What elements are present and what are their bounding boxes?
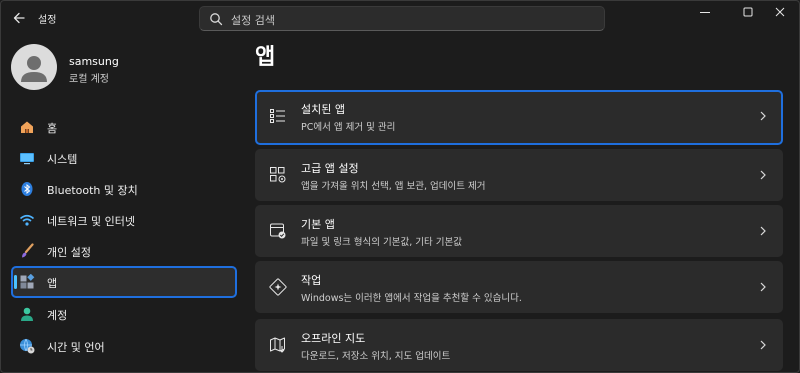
sidebar-item-time-language[interactable]: 시간 및 언어 bbox=[11, 330, 237, 362]
default-apps-icon bbox=[270, 223, 286, 239]
card-subtitle: 파일 및 링크 형식의 기본값, 기타 기본값 bbox=[301, 237, 462, 248]
actions-icon bbox=[269, 278, 287, 296]
chevron-right-icon bbox=[760, 170, 766, 180]
card-subtitle: Windows는 이러한 앱에서 작업을 추천할 수 있습니다. bbox=[301, 293, 522, 304]
card-title: 기본 앱 bbox=[301, 218, 335, 231]
card-title: 설치된 앱 bbox=[301, 103, 345, 116]
chevron-right-icon bbox=[760, 226, 766, 236]
bluetooth-icon bbox=[21, 182, 33, 196]
card-subtitle: PC에서 앱 제거 및 관리 bbox=[301, 122, 396, 133]
system-icon bbox=[20, 153, 34, 165]
sidebar-item-label: 개인 설정 bbox=[47, 246, 91, 259]
sidebar-item-system[interactable]: 시스템 bbox=[11, 142, 237, 174]
card-subtitle: 앱을 가져올 위치 선택, 앱 보관, 업데이트 제거 bbox=[301, 181, 486, 192]
chevron-right-icon bbox=[760, 282, 766, 292]
account-name: samsung bbox=[69, 55, 119, 68]
sidebar-item-home[interactable]: 홈 bbox=[11, 111, 237, 143]
card-title: 고급 앱 설정 bbox=[301, 162, 359, 175]
user-silhouette-icon bbox=[21, 56, 47, 82]
brush-icon bbox=[22, 243, 34, 258]
person-icon bbox=[21, 307, 33, 321]
sidebar-item-label: 계정 bbox=[47, 309, 68, 322]
card-title: 작업 bbox=[301, 274, 322, 287]
window-title: 설정 bbox=[38, 15, 57, 26]
advanced-app-settings-card[interactable]: 고급 앱 설정 앱을 가져올 위치 선택, 앱 보관, 업데이트 제거 bbox=[255, 149, 783, 201]
sidebar-item-label: 시스템 bbox=[47, 153, 78, 166]
sidebar-item-personalization[interactable]: 개인 설정 bbox=[11, 235, 237, 267]
search-icon bbox=[210, 13, 223, 26]
chevron-right-icon bbox=[760, 340, 766, 350]
apps-icon bbox=[20, 274, 35, 289]
title-bar: 설정 설정 검색 bbox=[1, 1, 799, 35]
sidebar-item-apps[interactable]: 앱 bbox=[11, 266, 237, 298]
card-title: 오프라인 지도 bbox=[301, 332, 366, 345]
sidebar-item-label: 앱 bbox=[47, 277, 58, 290]
avatar[interactable] bbox=[11, 44, 57, 90]
search-placeholder: 설정 검색 bbox=[231, 14, 275, 27]
search-box[interactable]: 설정 검색 bbox=[199, 6, 605, 31]
offline-maps-card[interactable]: 오프라인 지도 다운로드, 저장소 위치, 지도 업데이트 bbox=[255, 319, 783, 371]
maximize-icon[interactable] bbox=[734, 3, 762, 21]
selection-indicator bbox=[14, 275, 17, 289]
page-title: 앱 bbox=[255, 45, 276, 70]
minimize-icon[interactable] bbox=[691, 3, 719, 21]
card-subtitle: 다운로드, 저장소 위치, 지도 업데이트 bbox=[301, 351, 451, 362]
offline-maps-icon bbox=[270, 337, 285, 353]
sidebar-item-network[interactable]: 네트워크 및 인터넷 bbox=[11, 204, 237, 236]
account-type: 로컬 계정 bbox=[69, 74, 109, 85]
sidebar-item-label: Bluetooth 및 장치 bbox=[47, 184, 138, 197]
home-icon bbox=[21, 121, 33, 133]
wifi-icon bbox=[19, 214, 35, 226]
sidebar-item-accounts[interactable]: 계정 bbox=[11, 298, 237, 330]
sidebar-item-label: 시간 및 언어 bbox=[47, 341, 105, 354]
settings-window: 설정 설정 검색 samsung 로컬 계정 홈 시스템 Bluetooth 및… bbox=[0, 0, 800, 373]
close-icon[interactable] bbox=[766, 3, 794, 21]
actions-card[interactable]: 작업 Windows는 이러한 앱에서 작업을 추천할 수 있습니다. bbox=[255, 261, 783, 313]
chevron-right-icon bbox=[760, 111, 766, 121]
sidebar-item-label: 네트워크 및 인터넷 bbox=[47, 215, 135, 228]
installed-apps-card[interactable]: 설치된 앱 PC에서 앱 제거 및 관리 bbox=[255, 90, 783, 145]
default-apps-card[interactable]: 기본 앱 파일 및 링크 형식의 기본값, 기타 기본값 bbox=[255, 205, 783, 257]
back-arrow-icon[interactable] bbox=[9, 7, 31, 29]
sidebar-item-label: 홈 bbox=[47, 122, 58, 135]
globe-clock-icon bbox=[20, 338, 35, 354]
advanced-app-settings-icon bbox=[270, 167, 286, 183]
installed-apps-icon bbox=[270, 109, 285, 123]
sidebar-item-bluetooth[interactable]: Bluetooth 및 장치 bbox=[11, 173, 237, 205]
